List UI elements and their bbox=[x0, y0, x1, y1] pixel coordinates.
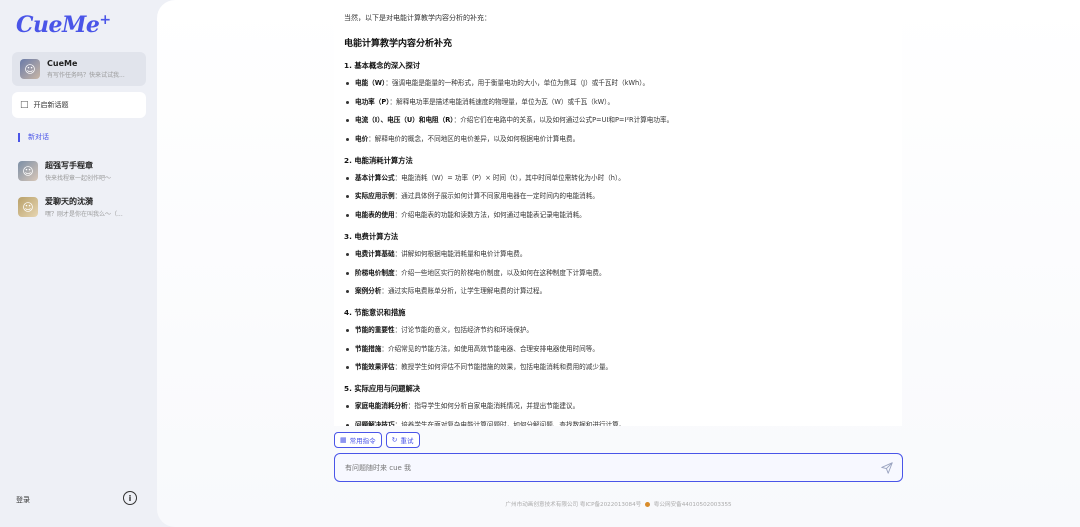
chat-name: 爱聊天的沈漪 bbox=[45, 197, 93, 206]
agent-subtitle: 有写作任务吗？快来试试我... bbox=[47, 72, 125, 79]
response-sections: 1. 基本概念的深入探讨电能（W）：强调电能是能量的一种形式，用于衡量电功的大小… bbox=[344, 61, 892, 426]
chat-input-box bbox=[334, 453, 903, 482]
item-term: 电能表的使用 bbox=[355, 210, 395, 219]
item-description: ：教授学生如何评估不同节能措施的效果，包括电能消耗和费用的减少量。 bbox=[394, 363, 613, 372]
section-heading: 4. 节能意识和措施 bbox=[344, 308, 406, 318]
chat-item-writer[interactable]: ☺ 超强写手程章 快来找程章一起创作吧～ bbox=[18, 160, 148, 182]
section-heading: 1. 基本概念的深入探讨 bbox=[344, 61, 421, 70]
item-description: ：讨论节能的意义，包括经济节约和环境保护。 bbox=[394, 326, 534, 335]
section-heading: 3. 电费计算方法 bbox=[344, 231, 399, 241]
item-description: ：强调电能是能量的一种形式，用于衡量电功的大小，单位为焦耳（J）或千瓦时（kWh… bbox=[385, 79, 650, 87]
new-topic-label: 开启新话题 bbox=[33, 101, 69, 109]
login-link[interactable]: 登录 bbox=[16, 495, 30, 505]
list-item: 基本计算公式：电能消耗（W）= 功率（P）× 时间（t），其中时间单位需转化为小… bbox=[344, 174, 892, 183]
item-description: ：介绍一些地区实行的阶梯电价制度，以及如何在这种制度下计算电费。 bbox=[394, 268, 606, 277]
list-item: 电费计算基础：讲解如何根据电能消耗量和电价计算电费。 bbox=[344, 250, 892, 259]
logo-text: CueMe bbox=[16, 12, 100, 38]
send-icon[interactable] bbox=[880, 461, 894, 475]
list-item: 电能（W）：强调电能是能量的一种形式，用于衡量电功的大小，单位为焦耳（J）或千瓦… bbox=[344, 79, 892, 88]
item-term: 基本计算公式 bbox=[355, 173, 395, 182]
section-heading: 5. 实际应用与问题解决 bbox=[344, 384, 421, 394]
avatar: ☺ bbox=[18, 161, 38, 181]
agent-name: CueMe bbox=[47, 59, 78, 68]
bullet-list: 基本计算公式：电能消耗（W）= 功率（P）× 时间（t），其中时间单位需转化为小… bbox=[344, 174, 892, 220]
item-term: 电费计算基础 bbox=[355, 249, 395, 258]
main-panel: 当然，以下是对电能计算教学内容分析的补充： 电能计算教学内容分析补充 1. 基本… bbox=[157, 0, 1080, 527]
command-icon: ▦ bbox=[340, 436, 347, 444]
chat-subtitle: 嘿？刚才是你在叫我么～（... bbox=[45, 211, 123, 218]
list-item: 电功率（P）：解释电功率是描述电能消耗速度的物理量，单位为瓦（W）或千瓦（kW）… bbox=[344, 98, 892, 107]
chat-name: 超强写手程章 bbox=[45, 161, 93, 170]
item-description: ：介绍它们在电路中的关系，以及如何通过公式P=UI和P=I²R计算电功率。 bbox=[453, 116, 674, 125]
response-intro: 当然，以下是对电能计算教学内容分析的补充： bbox=[344, 14, 491, 22]
item-term: 实际应用示例 bbox=[355, 192, 395, 201]
bullet-list: 家庭电能消耗分析：指导学生如何分析自家电能消耗情况，并提出节能建议。问题解决技巧… bbox=[344, 402, 892, 426]
item-description: ：通过实际电费账单分析，让学生理解电费的计算过程。 bbox=[381, 287, 547, 296]
icp-record[interactable]: 广州市动画创意技术有限公司 粤ICP备2022013084号 bbox=[505, 502, 641, 508]
item-description: ：解释电功率是描述电能消耗速度的物理量，单位为瓦（W）或千瓦（kW）。 bbox=[389, 97, 615, 106]
list-item: 节能的重要性：讨论节能的意义，包括经济节约和环境保护。 bbox=[344, 326, 892, 335]
police-badge-icon bbox=[645, 502, 650, 507]
avatar: ☺ bbox=[18, 197, 38, 217]
conversation-label: 新对话 bbox=[28, 133, 49, 141]
item-description: ：介绍电能表的功能和读数方法，如何通过电能表记录电能消耗。 bbox=[394, 210, 586, 219]
list-item: 实际应用示例：通过具体例子展示如何计算不同家用电器在一定时间内的电能消耗。 bbox=[344, 192, 892, 201]
bullet-list: 节能的重要性：讨论节能的意义，包括经济节约和环境保护。 节能措施：介绍常见的节能方… bbox=[344, 326, 892, 372]
police-record[interactable]: 粤公网安备44010502003355 bbox=[654, 502, 732, 508]
bullet-list: 电能（W）：强调电能是能量的一种形式，用于衡量电功的大小，单位为焦耳（J）或千瓦… bbox=[344, 79, 892, 144]
list-item: 案例分析：通过实际电费账单分析，让学生理解电费的计算过程。 bbox=[344, 287, 892, 296]
chat-item-chatter[interactable]: ☺ 爱聊天的沈漪 嘿？刚才是你在叫我么～（... bbox=[18, 196, 148, 218]
list-item: 电价：解释电价的概念，不同地区的电价差异，以及如何根据电价计算电费。 bbox=[344, 135, 892, 144]
bullet-list: 电费计算基础：讲解如何根据电能消耗量和电价计算电费。 阶梯电价制度：介绍一些地区实… bbox=[344, 250, 892, 296]
chat-input[interactable] bbox=[345, 463, 845, 472]
item-description: ：介绍常见的节能方法，如使用高效节能电器、合理安排电器使用时间等。 bbox=[381, 344, 599, 353]
list-item: 电流（I）、电压（U）和电阻（R）：介绍它们在电路中的关系，以及如何通过公式P=… bbox=[344, 116, 892, 125]
item-term: 节能措施 bbox=[355, 344, 382, 353]
agent-card-cueme[interactable]: ☺ CueMe 有写作任务吗？快来试试我... bbox=[12, 52, 146, 86]
item-description: ：讲解如何根据电能消耗量和电价计算电费。 bbox=[394, 249, 527, 258]
item-description: ：指导学生如何分析自家电能消耗情况，并提出节能建议。 bbox=[407, 402, 580, 411]
retry-label: 重试 bbox=[400, 437, 414, 445]
response-content: 当然，以下是对电能计算教学内容分析的补充： 电能计算教学内容分析补充 1. 基本… bbox=[334, 8, 902, 426]
common-commands-label: 常用指令 bbox=[349, 437, 376, 445]
new-topic-button[interactable]: □ 开启新话题 bbox=[12, 92, 146, 118]
item-term: 节能的重要性 bbox=[355, 326, 395, 335]
retry-button[interactable]: ↻ 重试 bbox=[385, 432, 420, 448]
section-heading: 2. 电能消耗计算方法 bbox=[344, 155, 413, 165]
item-description: ：电能消耗（W）= 功率（P）× 时间（t），其中时间单位需转化为小时（h）。 bbox=[394, 173, 625, 182]
item-term: 阶梯电价制度 bbox=[355, 268, 395, 277]
avatar: ☺ bbox=[20, 59, 40, 79]
refresh-icon: ↻ bbox=[391, 436, 398, 444]
conversation-item-active[interactable]: 新对话 bbox=[18, 132, 49, 142]
item-term: 家庭电能消耗分析 bbox=[355, 402, 408, 411]
response-title: 电能计算教学内容分析补充 bbox=[344, 39, 453, 49]
sidebar: CueMe+ ☺ CueMe 有写作任务吗？快来试试我... □ 开启新话题 新… bbox=[0, 0, 157, 527]
list-item: 问题解决技巧：培养学生在面对复杂电能计算问题时，如何分解问题、查找数据和进行计算… bbox=[344, 421, 892, 426]
message-toolbar: ▦ 常用指令 ↻ 重试 bbox=[334, 432, 420, 448]
item-description: ：培养学生在面对复杂电能计算问题时，如何分解问题、查找数据和进行计算。 bbox=[394, 420, 626, 426]
item-description: ：解释电价的概念，不同地区的电价差异，以及如何根据电价计算电费。 bbox=[368, 134, 580, 143]
logo-plus: + bbox=[99, 12, 111, 28]
list-item: 电能表的使用：介绍电能表的功能和读数方法，如何通过电能表记录电能消耗。 bbox=[344, 211, 892, 220]
item-term: 问题解决技巧 bbox=[355, 420, 395, 426]
list-item: 节能措施：介绍常见的节能方法，如使用高效节能电器、合理安排电器使用时间等。 bbox=[344, 345, 892, 354]
list-item: 家庭电能消耗分析：指导学生如何分析自家电能消耗情况，并提出节能建议。 bbox=[344, 402, 892, 411]
chat-bubble-icon: □ bbox=[20, 100, 29, 110]
item-term: 电价 bbox=[355, 134, 369, 143]
common-commands-button[interactable]: ▦ 常用指令 bbox=[334, 432, 382, 448]
item-term: 电流（I）、电压（U）和电阻（R） bbox=[355, 116, 454, 125]
active-indicator bbox=[18, 132, 20, 142]
item-term: 案例分析 bbox=[355, 287, 382, 296]
item-term: 电能（W） bbox=[355, 79, 386, 87]
info-icon[interactable]: i bbox=[123, 491, 137, 505]
item-term: 电功率（P） bbox=[355, 97, 390, 106]
chat-subtitle: 快来找程章一起创作吧～ bbox=[45, 175, 112, 182]
footer: 广州市动画创意技术有限公司 粤ICP备2022013084号 粤公网安备4401… bbox=[157, 500, 1080, 508]
logo[interactable]: CueMe+ bbox=[16, 12, 111, 38]
list-item: 阶梯电价制度：介绍一些地区实行的阶梯电价制度，以及如何在这种制度下计算电费。 bbox=[344, 269, 892, 278]
item-term: 节能效果评估 bbox=[355, 363, 395, 372]
list-item: 节能效果评估：教授学生如何评估不同节能措施的效果，包括电能消耗和费用的减少量。 bbox=[344, 363, 892, 372]
item-description: ：通过具体例子展示如何计算不同家用电器在一定时间内的电能消耗。 bbox=[394, 192, 599, 201]
